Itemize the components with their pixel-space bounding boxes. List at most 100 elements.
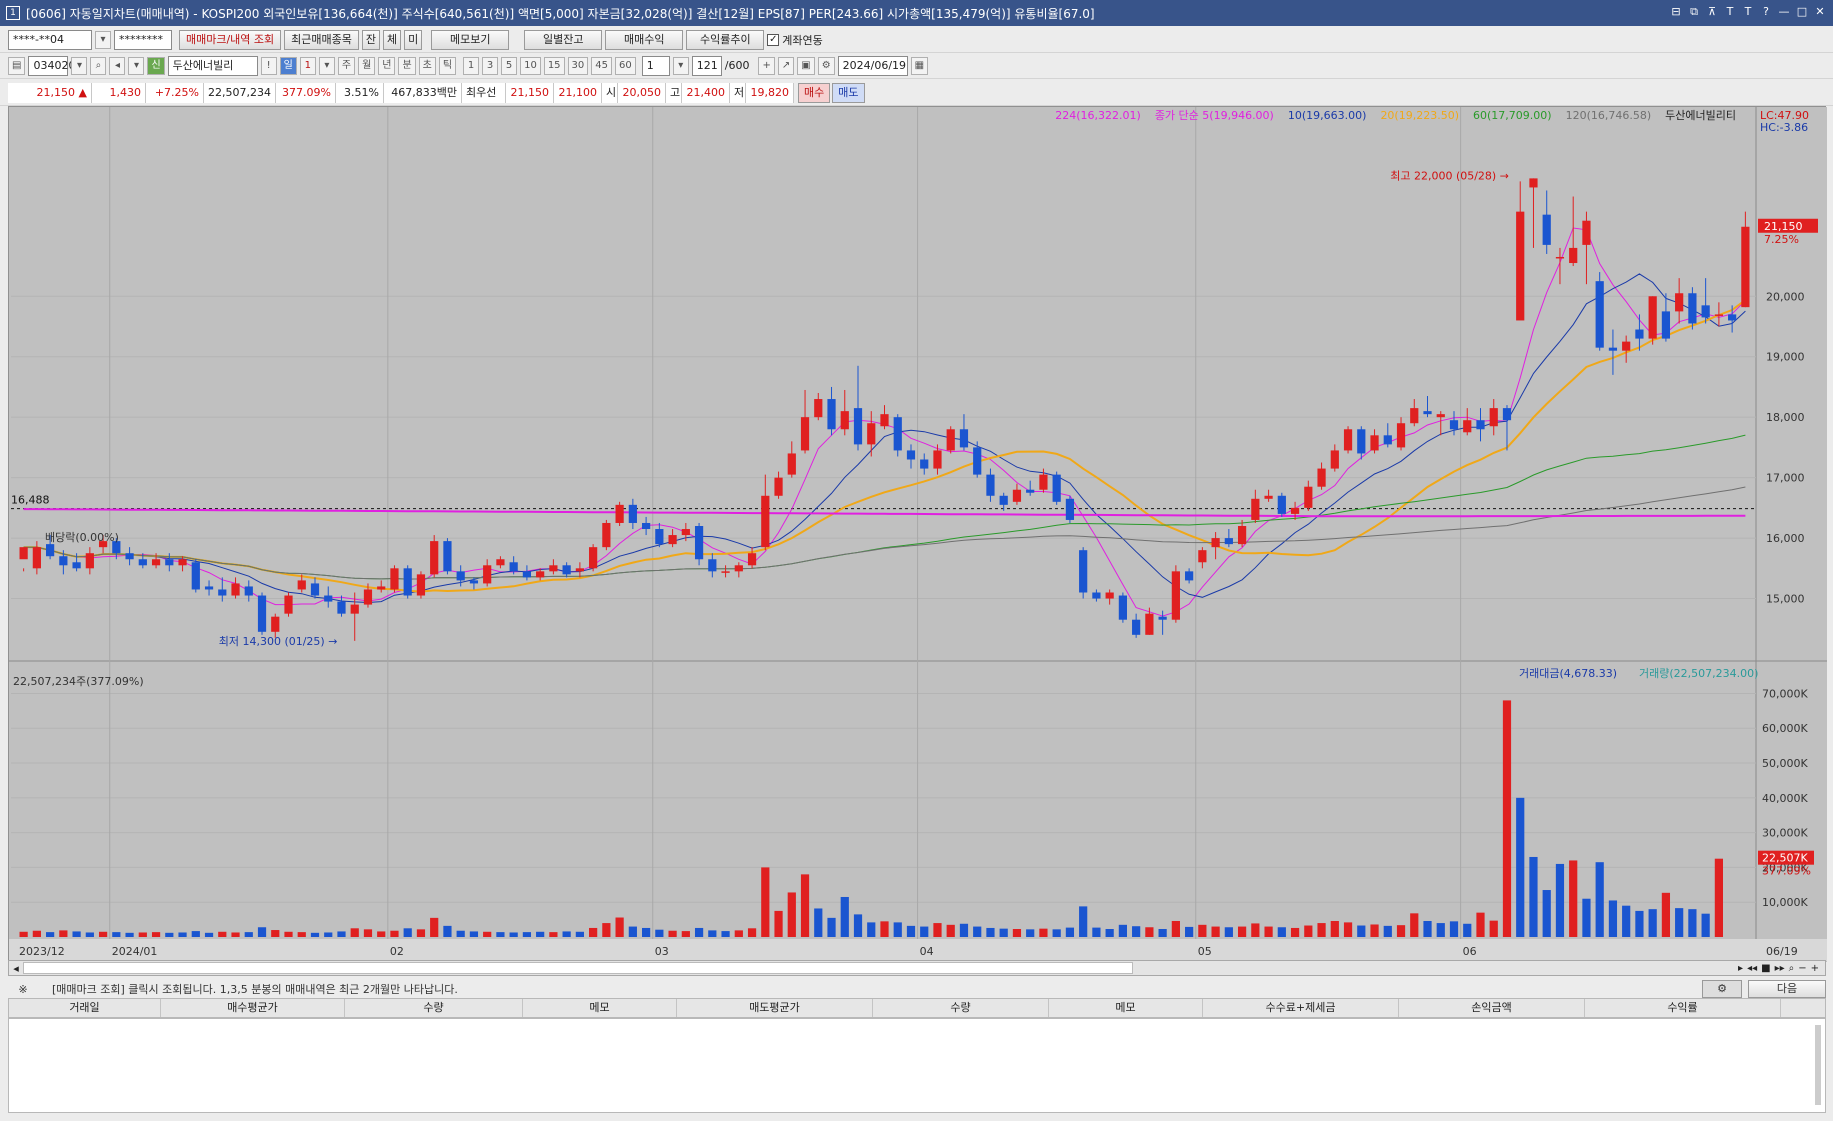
minute-15-button[interactable]: 15: [543, 56, 565, 75]
sell-button[interactable]: 매도: [832, 82, 865, 103]
interval-dropdown-icon[interactable]: ▾: [672, 56, 689, 75]
alert-button[interactable]: !: [260, 56, 277, 75]
restore-layout-icon[interactable]: ⧉: [1687, 4, 1701, 20]
speaker-icon[interactable]: ◂: [109, 56, 126, 75]
recent-trades-button[interactable]: 최근매매종목: [284, 29, 359, 50]
candle-body: [1039, 474, 1048, 490]
close-icon[interactable]: ✕: [1813, 4, 1827, 20]
account-dropdown-icon[interactable]: ▾: [95, 30, 111, 49]
zoom-out-icon[interactable]: −: [1798, 963, 1806, 974]
minute-10-button[interactable]: 10: [520, 56, 541, 75]
trade-profit-button[interactable]: 매매수익: [605, 29, 684, 50]
candle-body: [1410, 408, 1419, 424]
next-button[interactable]: 다음: [1748, 980, 1826, 998]
volume-bar: [125, 932, 134, 937]
period-day-tab[interactable]: 일: [279, 56, 297, 75]
help-icon[interactable]: ?: [1759, 4, 1773, 20]
scroll-right-icon[interactable]: ▸: [1738, 963, 1743, 974]
chart-area[interactable]: 15,000 16,000 17,000 18,000 19,000 20,000 10,0…: [8, 106, 1827, 962]
col-pnl[interactable]: 손익금액: [1399, 999, 1585, 1017]
candle-body: [1383, 435, 1392, 445]
minute-30-button[interactable]: 30: [567, 56, 589, 75]
period-month-tab[interactable]: 월: [358, 56, 376, 75]
maximize-icon[interactable]: □: [1795, 4, 1809, 20]
scroll-thumb[interactable]: [23, 962, 1133, 974]
period-week-tab[interactable]: 주: [337, 56, 356, 75]
fast-forward-icon[interactable]: ▸▸: [1775, 963, 1785, 974]
chart-scrollbar[interactable]: ◂ ▸ ◂◂ ■ ▸▸ ⌕ − +: [8, 960, 1826, 976]
search-icon[interactable]: ⌕: [90, 56, 107, 75]
minute-60-button[interactable]: 60: [615, 56, 636, 75]
unexecuted-button[interactable]: 미: [404, 29, 423, 50]
scroll-left-icon[interactable]: ◂: [9, 962, 23, 975]
candle-body: [1423, 411, 1432, 415]
volume-bar: [430, 917, 439, 937]
open-label: 시: [602, 82, 618, 103]
period-year-tab[interactable]: 년: [378, 56, 396, 75]
zoom-in-icon[interactable]: +: [1811, 963, 1819, 974]
font-large-icon[interactable]: T: [1723, 4, 1737, 20]
period-dropdown-icon[interactable]: ▾: [318, 56, 335, 75]
col-fees[interactable]: 수수료+제세금: [1203, 999, 1399, 1017]
minute-45-button[interactable]: 45: [591, 56, 613, 75]
col-buy-qty[interactable]: 수량: [345, 999, 523, 1017]
volume-bar: [151, 932, 161, 937]
trade-grid-body[interactable]: [8, 1018, 1826, 1113]
col-sell-memo[interactable]: 메모: [1049, 999, 1203, 1017]
layout-icon[interactable]: ▤: [8, 56, 26, 75]
save-icon[interactable]: ▣: [797, 56, 815, 75]
top-icon[interactable]: ⊼: [1705, 4, 1719, 20]
return-trend-button[interactable]: 수익률추이: [686, 29, 765, 50]
account-select[interactable]: ****-**04: [8, 29, 92, 50]
volume-bar: [814, 908, 823, 937]
period-minute-tab[interactable]: 분: [398, 56, 416, 75]
col-buy-memo[interactable]: 메모: [523, 999, 677, 1017]
minute-5-button[interactable]: 5: [501, 56, 518, 75]
executed-button[interactable]: 체: [383, 29, 402, 50]
code-dropdown-icon[interactable]: ▾: [71, 56, 88, 75]
period-tick-tab[interactable]: 틱: [438, 56, 457, 75]
daily-balance-button[interactable]: 일별잔고: [524, 29, 603, 50]
settings-icon[interactable]: ⚙: [817, 56, 835, 75]
stop-icon[interactable]: ■: [1761, 963, 1770, 974]
zoom-icon[interactable]: ⌕: [1789, 963, 1795, 974]
account-link-checkbox[interactable]: ✓: [767, 33, 780, 46]
col-buy-avg[interactable]: 매수평균가: [161, 999, 345, 1017]
balance-button[interactable]: 잔: [361, 29, 381, 50]
buy-button[interactable]: 매수: [798, 82, 831, 103]
pin-icon[interactable]: ⊟: [1669, 4, 1683, 20]
grid-scrollbar[interactable]: [1815, 1025, 1821, 1105]
volume-bar: [1555, 863, 1565, 937]
trade-mark-button[interactable]: 매매마크/내역 조회: [179, 29, 282, 50]
period-multiplier[interactable]: 1: [299, 56, 316, 75]
minimize-icon[interactable]: —: [1777, 4, 1791, 20]
low-note: 최저 14,300 (01/25) →: [219, 635, 338, 648]
col-trade-date[interactable]: 거래일: [9, 999, 161, 1017]
count-input[interactable]: 121: [691, 55, 722, 76]
minute-1-button[interactable]: 1: [463, 56, 480, 75]
add-indicator-icon[interactable]: +: [758, 56, 775, 75]
memo-button[interactable]: 메모보기: [431, 29, 510, 50]
volume-bar: [1026, 929, 1035, 937]
calendar-icon[interactable]: ▦: [910, 56, 929, 75]
volume-bar: [933, 923, 942, 937]
password-field[interactable]: ********: [114, 29, 172, 50]
date-input[interactable]: 2024/06/19: [837, 55, 908, 76]
col-return[interactable]: 수익률: [1585, 999, 1781, 1017]
draw-tool-icon[interactable]: ↗: [777, 56, 795, 75]
gear-icon[interactable]: ⚙: [1702, 980, 1742, 998]
price-volume-chart[interactable]: 15,000 16,000 17,000 18,000 19,000 20,000 10,0…: [9, 107, 1827, 962]
speaker-dropdown-icon[interactable]: ▾: [128, 56, 145, 75]
col-sell-avg[interactable]: 매도평균가: [677, 999, 873, 1017]
window-icon[interactable]: 1: [6, 6, 20, 20]
date-tick-label: 04: [920, 945, 934, 958]
code-input[interactable]: 034020: [28, 55, 75, 76]
minute-3-button[interactable]: 3: [482, 56, 499, 75]
period-second-tab[interactable]: 초: [418, 56, 436, 75]
interval-input[interactable]: 1: [641, 55, 670, 76]
volume-bar: [615, 917, 624, 937]
rewind-icon[interactable]: ◂◂: [1747, 963, 1757, 974]
volume-bar: [390, 930, 399, 937]
font-small-icon[interactable]: T: [1741, 4, 1755, 20]
col-sell-qty[interactable]: 수량: [873, 999, 1049, 1017]
